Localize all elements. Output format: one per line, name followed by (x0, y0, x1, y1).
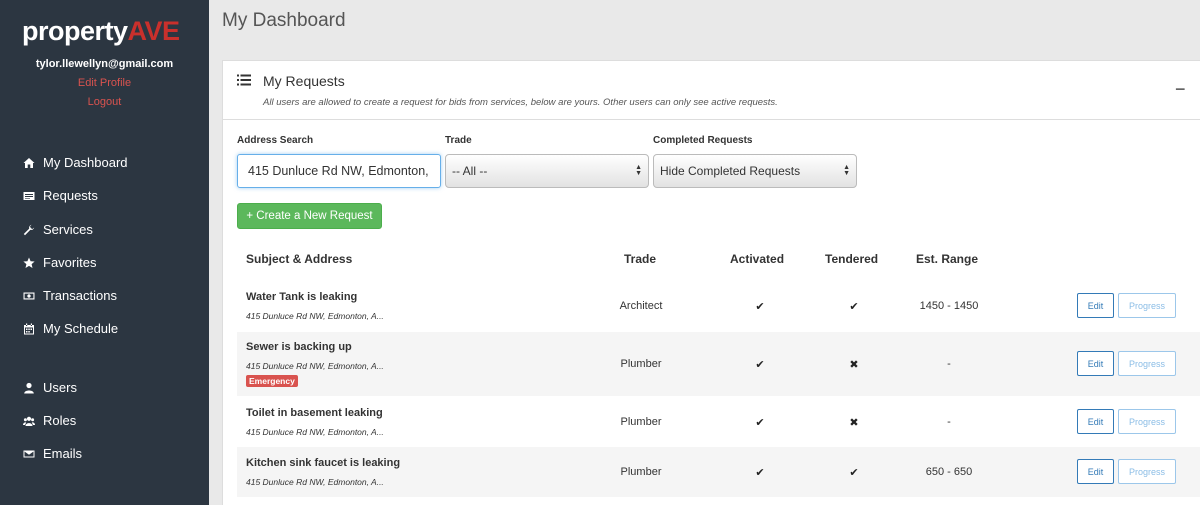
page-title: My Dashboard (222, 10, 346, 31)
edit-button[interactable]: Edit (1077, 459, 1114, 484)
sidebar-item-label: My Dashboard (43, 155, 128, 170)
calendar-icon (22, 322, 36, 336)
activated-check-icon: ✔ (755, 467, 765, 479)
brand-logo-part2: AVE (127, 16, 181, 46)
address-search-input[interactable] (237, 154, 441, 188)
emergency-badge: Emergency (246, 375, 298, 387)
trade-label: Trade (445, 135, 472, 146)
request-est-range: 650 - 650 (925, 466, 973, 478)
tendered-check-icon: ✔ (849, 301, 859, 313)
request-subject: Kitchen sink faucet is leaking (246, 457, 401, 469)
star-icon (22, 256, 36, 270)
request-address: 415 Dunluce Rd NW, Edmonton, A... (246, 477, 384, 487)
column-header-subject: Subject & Address (246, 252, 353, 266)
collapse-panel-button[interactable]: − (1175, 79, 1186, 100)
edit-button[interactable]: Edit (1077, 293, 1114, 318)
sidebar-item-label: Roles (43, 413, 77, 428)
request-est-range: - (947, 416, 951, 428)
activated-check-icon: ✔ (755, 359, 765, 371)
progress-button[interactable]: Progress (1118, 351, 1176, 376)
table-row: Water Tank is leaking 415 Dunluce Rd NW,… (237, 283, 1200, 328)
trade-select-value: -- All -- (452, 164, 488, 178)
sidebar-item-label: Users (43, 380, 77, 395)
sidebar-item-users[interactable]: Users (22, 380, 77, 395)
sidebar-item-label: Services (43, 222, 93, 237)
tendered-cross-icon: ✖ (849, 359, 859, 371)
table-row: Toilet in basement leaking 415 Dunluce R… (237, 398, 1200, 445)
create-request-button[interactable]: + Create a New Request (237, 203, 382, 229)
panel-header: My Requests All users are allowed to cre… (223, 61, 1200, 120)
activated-check-icon: ✔ (755, 417, 765, 429)
request-est-range: 1450 - 1450 (919, 300, 979, 312)
panel-title: My Requests (263, 73, 345, 89)
progress-button[interactable]: Progress (1118, 409, 1176, 434)
brand-logo-part1: property (22, 16, 128, 46)
request-address: 415 Dunluce Rd NW, Edmonton, A... (246, 311, 384, 321)
sidebar-item-label: Emails (43, 446, 83, 461)
column-header-trade: Trade (624, 252, 657, 266)
brand-logo[interactable]: propertyAVE (22, 16, 180, 47)
wrench-icon (22, 223, 36, 237)
sidebar-item-label: Requests (43, 188, 98, 203)
sidebar-item-label: Transactions (43, 288, 117, 303)
column-header-activated: Activated (730, 252, 785, 266)
sidebar-item-requests[interactable]: Requests (22, 188, 98, 203)
sidebar: propertyAVE tylor.llewellyn@gmail.com Ed… (0, 0, 209, 505)
panel-subtitle: All users are allowed to create a reques… (263, 97, 778, 108)
envelope-icon (22, 447, 36, 461)
table-row: Kitchen sink faucet is leaking 415 Dunlu… (237, 447, 1200, 497)
completed-select-value: Hide Completed Requests (660, 164, 801, 178)
money-icon (22, 289, 36, 303)
select-arrows-icon: ▲ ▼ (635, 164, 642, 177)
sidebar-item-emails[interactable]: Emails (22, 446, 82, 461)
user-email: tylor.llewellyn@gmail.com (35, 58, 174, 70)
request-address: 415 Dunluce Rd NW, Edmonton, A... (246, 427, 384, 437)
tendered-check-icon: ✔ (849, 467, 859, 479)
requests-panel: My Requests All users are allowed to cre… (222, 60, 1200, 505)
tendered-cross-icon: ✖ (849, 417, 859, 429)
request-subject: Toilet in basement leaking (246, 407, 383, 419)
sidebar-item-label: Favorites (43, 255, 97, 270)
list-card-icon (22, 189, 36, 203)
request-trade: Architect (619, 300, 663, 312)
request-trade: Plumber (620, 466, 662, 478)
completed-requests-select[interactable]: Hide Completed Requests ▲ ▼ (653, 154, 857, 188)
completed-requests-label: Completed Requests (653, 135, 753, 146)
request-est-range: - (947, 358, 951, 370)
sidebar-item-my-dashboard[interactable]: My Dashboard (22, 155, 128, 170)
activated-check-icon: ✔ (755, 301, 765, 313)
sidebar-item-roles[interactable]: Roles (22, 413, 76, 428)
trade-select[interactable]: -- All -- ▲ ▼ (445, 154, 649, 188)
users-icon (22, 414, 36, 428)
edit-button[interactable]: Edit (1077, 351, 1114, 376)
request-subject: Water Tank is leaking (246, 291, 358, 303)
edit-button[interactable]: Edit (1077, 409, 1114, 434)
address-search-label: Address Search (237, 135, 314, 146)
request-address: 415 Dunluce Rd NW, Edmonton, A... (246, 361, 384, 371)
request-trade: Plumber (620, 416, 662, 428)
column-header-tendered: Tendered (825, 252, 879, 266)
select-arrows-icon: ▲ ▼ (843, 164, 850, 177)
sidebar-item-transactions[interactable]: Transactions (22, 288, 117, 303)
user-icon (22, 381, 36, 395)
sidebar-item-services[interactable]: Services (22, 222, 93, 237)
home-icon (22, 156, 36, 170)
progress-button[interactable]: Progress (1118, 293, 1176, 318)
column-header-est-range: Est. Range (916, 252, 979, 266)
sidebar-item-label: My Schedule (43, 321, 119, 336)
sidebar-item-my-schedule[interactable]: My Schedule (22, 321, 118, 336)
request-trade: Plumber (620, 358, 662, 370)
edit-profile-link[interactable]: Edit Profile (0, 77, 209, 89)
table-row: Sewer is backing up 415 Dunluce Rd NW, E… (237, 332, 1200, 396)
list-icon (237, 74, 251, 86)
sidebar-item-favorites[interactable]: Favorites (22, 255, 96, 270)
request-subject: Sewer is backing up (246, 341, 352, 353)
progress-button[interactable]: Progress (1118, 459, 1176, 484)
logout-link[interactable]: Logout (0, 96, 209, 108)
